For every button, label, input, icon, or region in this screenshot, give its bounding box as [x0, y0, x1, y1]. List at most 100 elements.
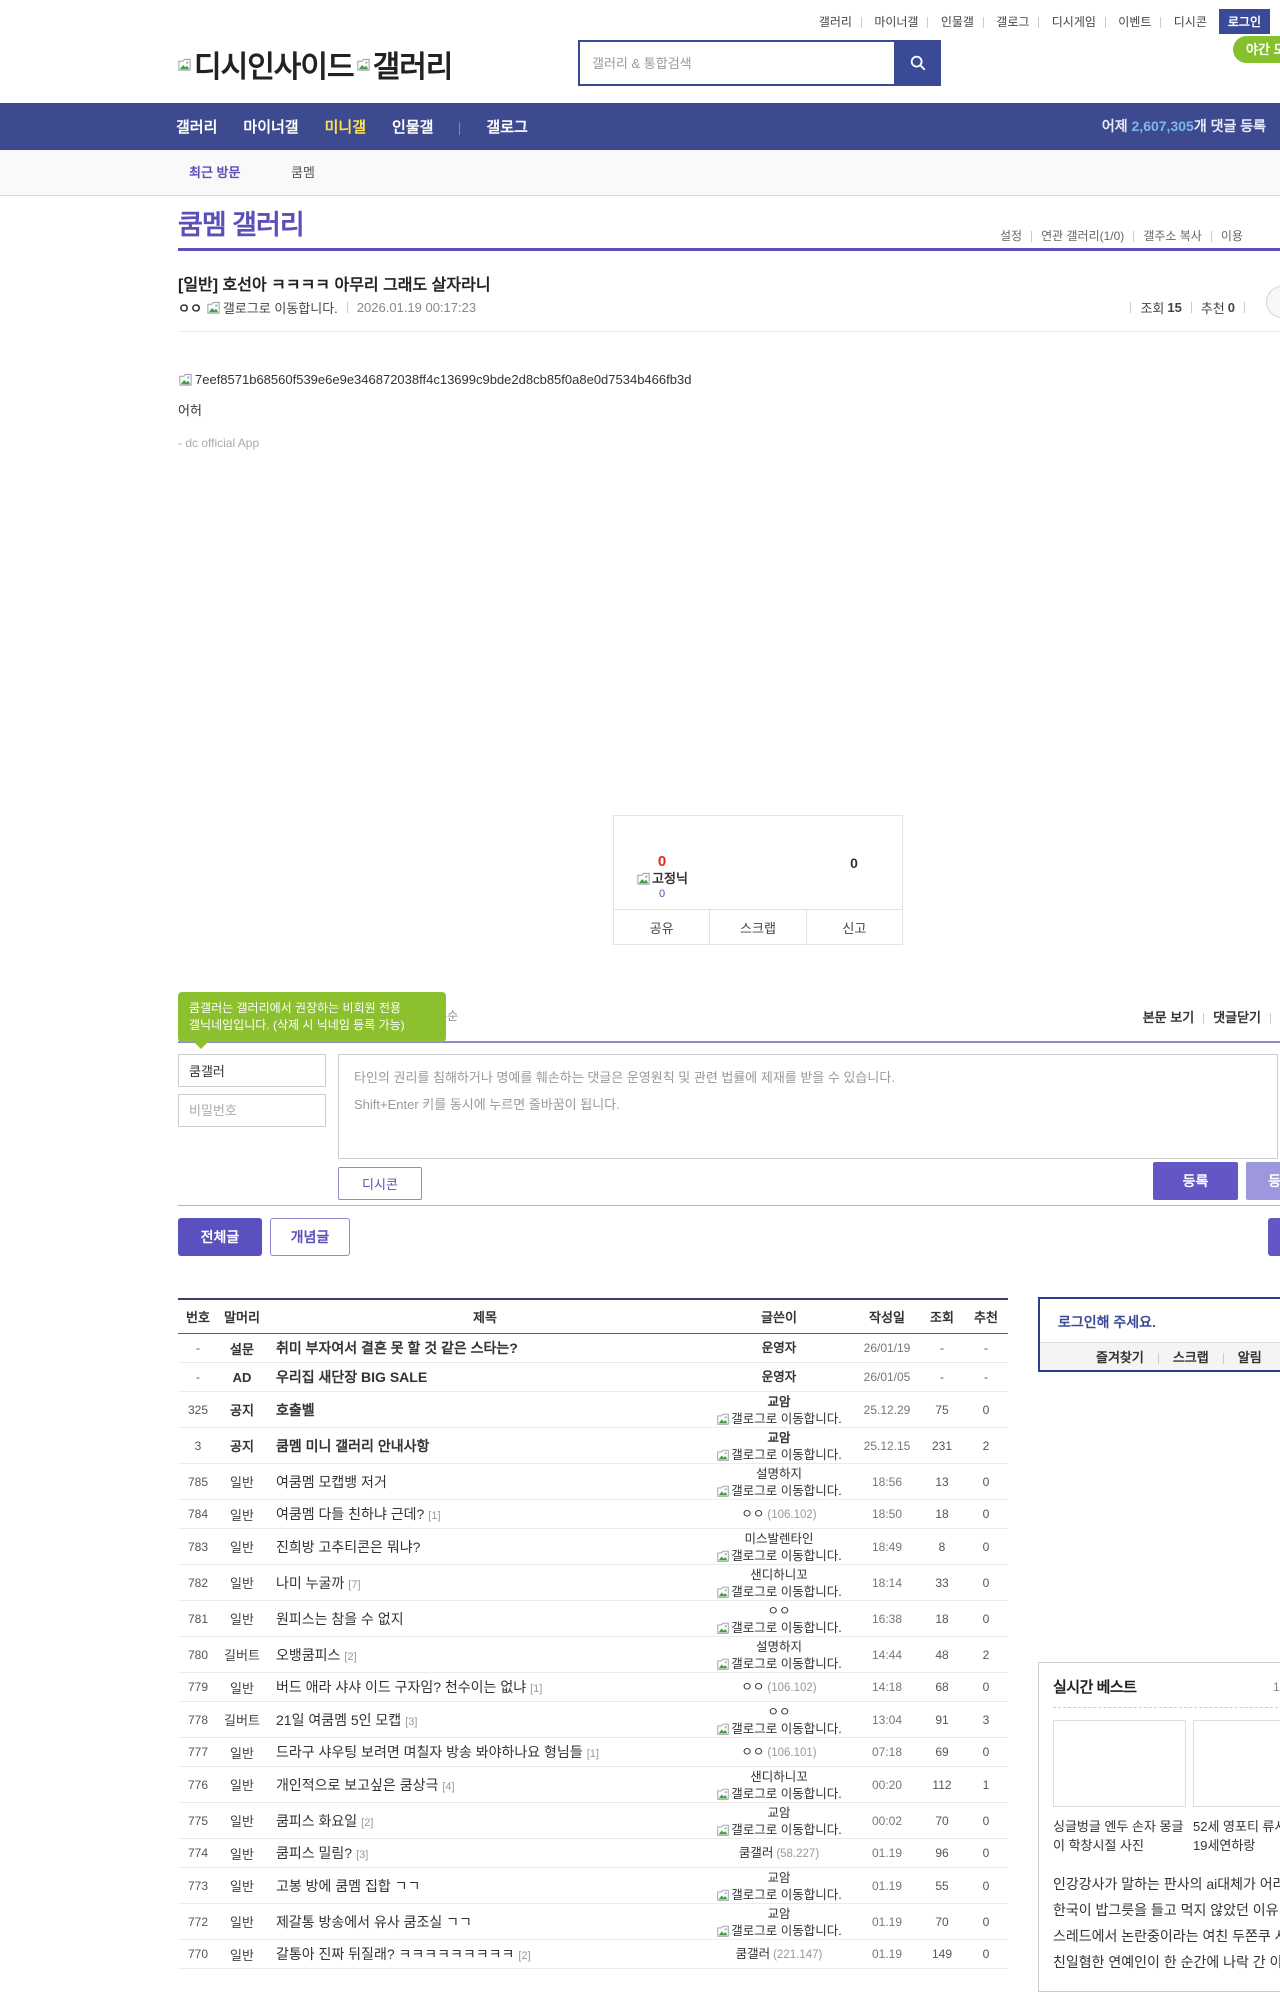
author-nick[interactable]: 운영자 [762, 1341, 797, 1355]
post-action-button[interactable]: 공유 [614, 910, 709, 944]
author-nick[interactable]: ㅇㅇ (106.101) [741, 1745, 816, 1759]
author-gallog-link[interactable]: 갤로그로 이동합니다. [704, 1620, 854, 1636]
author-nick[interactable]: 미스발렌타인 [744, 1532, 813, 1546]
row-title[interactable]: 쿰피스 밀림? [3] [266, 1843, 704, 1863]
site-logo[interactable]: 디시인사이드 갤러리 [175, 42, 453, 86]
comment-submit-secondary-button[interactable]: 등록 [1246, 1162, 1280, 1200]
row-title[interactable]: 갈통아 진짜 뒤질래? ㅋㅋㅋㅋㅋㅋㅋㅋㅋ [2] [266, 1944, 704, 1964]
author-gallog-link[interactable]: 갤로그로 이동합니다. [704, 1548, 854, 1564]
row-category[interactable]: 일반 [218, 1573, 266, 1592]
sidebar-tab[interactable]: 즐겨찾기 [1096, 1347, 1173, 1366]
author-nick[interactable]: 쿰갤러 (221.147) [736, 1947, 823, 1961]
author-gallog-link[interactable]: 갤로그로 이동합니다. [704, 1411, 854, 1427]
author-gallog-link[interactable]: 갤로그로 이동합니다. [704, 1923, 854, 1939]
row-title[interactable]: 취미 부자여서 결혼 못 할 것 같은 스타는? [266, 1338, 704, 1358]
row-category[interactable]: 일반 [218, 1844, 266, 1863]
nav-item[interactable]: 미니갤 [325, 116, 366, 137]
author-gallog-link[interactable]: 갤로그로 이동합니다. [704, 1447, 854, 1463]
row-title[interactable]: 우리집 새단장 BIG SALE [266, 1367, 704, 1387]
top-link[interactable]: 인물갤 [941, 15, 993, 29]
row-category[interactable]: 공지 [218, 1436, 266, 1455]
realtime-best-page[interactable]: 1/ [1273, 1680, 1280, 1694]
author-nick[interactable]: 운영자 [762, 1370, 797, 1384]
best-headline[interactable]: 친일혐한 연예인이 한 순간에 나락 간 이유 [1053, 1949, 1280, 1975]
author-nick[interactable]: 쿰갤러 (58.227) [739, 1846, 819, 1860]
row-title[interactable]: 여쿰멤 모캡뱅 저거 [266, 1472, 704, 1492]
gallery-title[interactable]: 쿰멤 갤러리 [178, 203, 305, 242]
author-gallog-link[interactable]: 갤로그로 이동합니다. [704, 1656, 854, 1672]
author-nick[interactable]: ㅇㅇ [767, 1604, 790, 1618]
nav-item[interactable]: 갤로그 [486, 116, 527, 137]
gallog-link[interactable]: 갤로그로 이동합니다. [206, 298, 338, 317]
author-nick[interactable]: 설명하지 [756, 1467, 802, 1481]
search-input[interactable] [578, 40, 894, 86]
row-category[interactable]: 일반 [218, 1743, 266, 1762]
concept-posts-button[interactable]: 개념글 [270, 1218, 350, 1256]
row-category[interactable]: 일반 [218, 1912, 266, 1931]
comment-nickname-input[interactable] [178, 1054, 326, 1087]
best-headline[interactable]: 한국이 밥그릇을 들고 먹지 않았던 이유 [1053, 1897, 1280, 1923]
write-post-button[interactable]: 글쓰기 [1268, 1218, 1280, 1256]
author-gallog-link[interactable]: 갤로그로 이동합니다. [704, 1887, 854, 1903]
row-title[interactable]: 드라구 샤우팅 보려면 며칠자 방송 봐야하나요 형님들 [1] [266, 1742, 704, 1762]
nav-item[interactable]: 인물갤 [392, 116, 461, 137]
comment-password-input[interactable] [178, 1094, 326, 1127]
row-category[interactable]: 일반 [218, 1609, 266, 1628]
top-link[interactable]: 디시게임 [1052, 15, 1115, 29]
gallery-header-link[interactable]: 연관 갤러리(1/0) [1041, 227, 1143, 244]
top-link[interactable]: 갤러리 [819, 15, 871, 29]
author-gallog-link[interactable]: 갤로그로 이동합니다. [704, 1721, 854, 1737]
row-category[interactable]: 설문 [218, 1339, 266, 1358]
post-action-button[interactable]: 신고 [805, 910, 902, 944]
top-link[interactable]: 마이너갤 [874, 15, 937, 29]
comment-header-link[interactable]: 댓글닫기 [1213, 1007, 1280, 1026]
best-thumb-caption[interactable]: 싱글벙글 엔두 손자 몽글이 학창시절 사진 [1053, 1817, 1186, 1855]
upvote-cell[interactable]: 0 고정닉 0 [614, 816, 710, 909]
row-title[interactable]: 버드 애라 샤샤 이드 구자임? 천수이는 없냐 [1] [266, 1677, 704, 1697]
recent-visit-gallery[interactable]: 쿰멤 [291, 150, 315, 195]
best-thumb-image[interactable] [1193, 1720, 1280, 1807]
row-title[interactable]: 고봉 방에 쿰멤 집합 ㄱㄱ [266, 1876, 704, 1896]
best-thumb-image[interactable] [1053, 1720, 1186, 1807]
author-nick[interactable]: 샌디하니꼬 [750, 1568, 808, 1582]
row-category[interactable]: 일반 [218, 1775, 266, 1794]
row-category[interactable]: 길버트 [218, 1710, 266, 1729]
nav-item[interactable]: 갤러리 [176, 116, 217, 137]
comment-textarea[interactable]: 타인의 권리를 침해하거나 명예를 훼손하는 댓글은 운영원칙 및 관련 법률에… [338, 1054, 1278, 1159]
all-posts-button[interactable]: 전체글 [178, 1218, 262, 1256]
row-category[interactable]: 일반 [218, 1537, 266, 1556]
author-gallog-link[interactable]: 갤로그로 이동합니다. [704, 1584, 854, 1600]
row-title[interactable]: 진희방 고추티콘은 뭐냐? [266, 1537, 704, 1557]
row-title[interactable]: 제갈통 방송에서 유사 쿰조실 ㄱㄱ [266, 1912, 704, 1932]
row-title[interactable]: 오뱅쿰피스 [2] [266, 1645, 704, 1665]
row-title[interactable]: 나미 누굴까 [7] [266, 1573, 704, 1593]
best-thumb-caption[interactable]: 52세 영포티 류사 근황 19세연하랑 [1193, 1817, 1280, 1855]
night-mode-button[interactable]: 야간 모드 [1233, 36, 1280, 63]
author-nick[interactable]: 샌디하니꼬 [750, 1770, 808, 1784]
row-title[interactable]: 개인적으로 보고싶은 쿰상극 [4] [266, 1775, 704, 1795]
post-author[interactable]: ㅇㅇ [178, 298, 202, 317]
comment-submit-button[interactable]: 등록 [1153, 1162, 1238, 1200]
gallery-header-link[interactable]: 갤주소 복사 [1143, 227, 1221, 244]
nav-item[interactable]: 마이너갤 [243, 116, 298, 137]
top-link[interactable]: 갤로그 [996, 15, 1048, 29]
author-nick[interactable]: 교암 [767, 1395, 790, 1409]
row-title[interactable]: 호출벨 [266, 1400, 704, 1420]
sidebar-tab[interactable]: 알림 [1238, 1347, 1262, 1366]
author-nick[interactable]: ㅇㅇ (106.102) [741, 1507, 816, 1521]
author-nick[interactable]: ㅇㅇ [767, 1705, 790, 1719]
row-category[interactable]: 일반 [218, 1811, 266, 1830]
author-gallog-link[interactable]: 갤로그로 이동합니다. [704, 1822, 854, 1838]
row-title[interactable]: 21일 여쿰멤 5인 모캡 [3] [266, 1710, 704, 1730]
search-button[interactable] [894, 40, 941, 86]
gallery-header-link[interactable]: 설정 [1000, 227, 1041, 244]
row-category[interactable]: 길버트 [218, 1645, 266, 1664]
author-nick[interactable]: ㅇㅇ (106.102) [741, 1680, 816, 1694]
row-category[interactable]: 일반 [218, 1678, 266, 1697]
recent-visit-label[interactable]: 최근 방문 [189, 150, 240, 195]
best-headline[interactable]: 스레드에서 논란중이라는 여친 두쫀쿠 사주 [1053, 1923, 1280, 1949]
row-title[interactable]: 여쿰멤 다들 친하냐 근데? [1] [266, 1504, 704, 1524]
row-title[interactable]: 쿰멤 미니 갤러리 안내사항 [266, 1436, 704, 1456]
author-nick[interactable]: 교암 [767, 1907, 790, 1921]
top-link[interactable]: 디시콘 [1174, 15, 1207, 29]
